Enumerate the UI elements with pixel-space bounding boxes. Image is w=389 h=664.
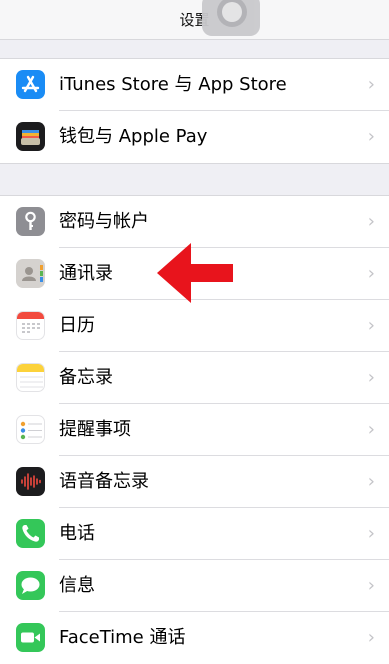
contacts-icon bbox=[16, 259, 45, 288]
settings-row-messages[interactable]: 信息 › bbox=[0, 560, 389, 612]
settings-row-label: 语音备忘录 bbox=[59, 471, 149, 492]
navigation-bar: 设置 bbox=[0, 0, 389, 40]
settings-row-label: 信息 bbox=[59, 575, 95, 596]
settings-row-label: 电话 bbox=[59, 523, 95, 544]
chevron-right-icon: › bbox=[367, 263, 375, 284]
settings-row-wallet-apple-pay[interactable]: 钱包与 Apple Pay › bbox=[0, 111, 389, 163]
key-icon bbox=[16, 207, 45, 236]
chevron-right-icon: › bbox=[367, 126, 375, 147]
facetime-icon bbox=[16, 623, 45, 652]
messages-icon bbox=[16, 571, 45, 600]
settings-row-label: 通讯录 bbox=[59, 263, 113, 284]
calendar-icon bbox=[16, 311, 45, 340]
chevron-right-icon: › bbox=[367, 367, 375, 388]
reminders-icon bbox=[16, 415, 45, 444]
chevron-right-icon: › bbox=[367, 523, 375, 544]
settings-row-voice-memos[interactable]: 语音备忘录 › bbox=[0, 456, 389, 508]
red-arrow-icon bbox=[157, 243, 233, 303]
chevron-right-icon: › bbox=[367, 471, 375, 492]
voice-memos-icon bbox=[16, 467, 45, 496]
settings-row-label: 日历 bbox=[59, 315, 95, 336]
settings-row-calendar[interactable]: 日历 › bbox=[0, 300, 389, 352]
settings-row-reminders[interactable]: 提醒事项 › bbox=[0, 404, 389, 456]
chevron-right-icon: › bbox=[367, 627, 375, 648]
notes-icon bbox=[16, 363, 45, 392]
settings-group-stores: iTunes Store 与 App Store › 钱包与 Apple Pay… bbox=[0, 58, 389, 164]
wallet-icon bbox=[16, 122, 45, 151]
settings-row-facetime[interactable]: FaceTime 通话 › bbox=[0, 612, 389, 664]
settings-row-label: 密码与帐户 bbox=[59, 211, 149, 232]
settings-row-label: 备忘录 bbox=[59, 367, 113, 388]
chevron-right-icon: › bbox=[367, 211, 375, 232]
settings-row-label: 钱包与 Apple Pay bbox=[59, 126, 208, 147]
chevron-right-icon: › bbox=[367, 74, 375, 95]
chevron-right-icon: › bbox=[367, 315, 375, 336]
assistive-touch-button[interactable] bbox=[202, 0, 260, 36]
settings-row-phone[interactable]: 电话 › bbox=[0, 508, 389, 560]
settings-row-label: FaceTime 通话 bbox=[59, 627, 186, 648]
page-title: 设置 bbox=[179, 11, 210, 29]
phone-icon bbox=[16, 519, 45, 548]
chevron-right-icon: › bbox=[367, 419, 375, 440]
settings-row-itunes-app-store[interactable]: iTunes Store 与 App Store › bbox=[0, 59, 389, 111]
settings-row-notes[interactable]: 备忘录 › bbox=[0, 352, 389, 404]
settings-row-label: iTunes Store 与 App Store bbox=[59, 74, 287, 95]
settings-row-label: 提醒事项 bbox=[59, 419, 131, 440]
app-store-icon bbox=[16, 70, 45, 99]
chevron-right-icon: › bbox=[367, 575, 375, 596]
